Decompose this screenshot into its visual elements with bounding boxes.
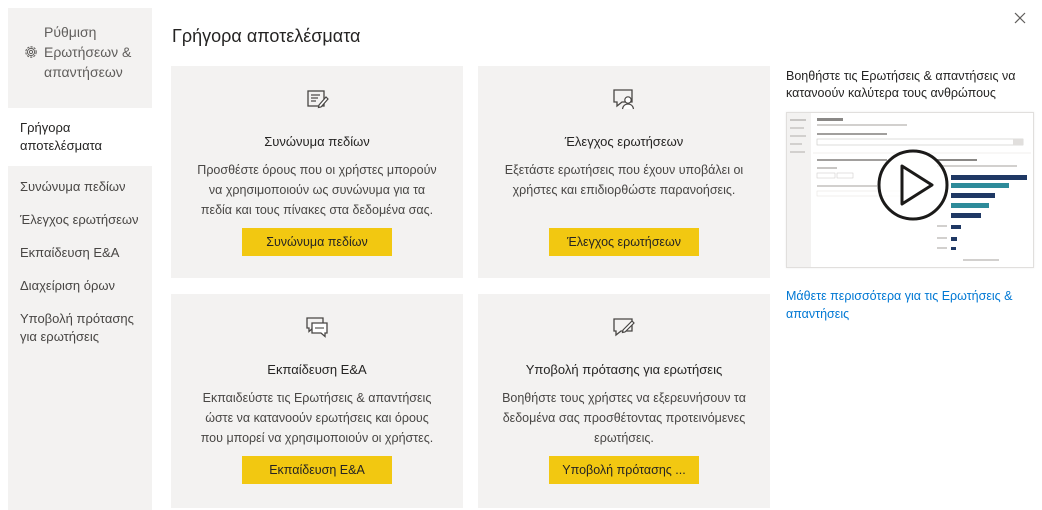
sidebar-heading-line-3: απαντήσεων: [44, 64, 123, 80]
play-icon[interactable]: [877, 149, 949, 221]
sidebar-item-manage-terms[interactable]: Διαχείριση όρων: [8, 271, 152, 301]
card-teach-qa: Εκπαίδευση Ε&Α Εκπαιδεύστε τις Ερωτήσεις…: [171, 294, 463, 508]
sidebar-heading-line-2: Ερωτήσεων &: [44, 44, 132, 60]
sidebar-item-suggest-questions[interactable]: Υποβολή πρότασης για ερωτήσεις: [8, 304, 152, 352]
field-synonyms-button[interactable]: Συνώνυμα πεδίων: [242, 228, 392, 256]
video-thumbnail[interactable]: [786, 112, 1034, 268]
card-description: Προσθέστε όρους που οι χρήστες μπορούν ν…: [197, 163, 437, 217]
review-questions-button[interactable]: Έλεγχος ερωτήσεων: [549, 228, 699, 256]
teach-qa-icon: [306, 317, 328, 338]
sidebar: Ρύθμιση Ερωτήσεων & απαντήσεων Γρήγορα α…: [8, 8, 152, 510]
card-description: Εξετάστε ερωτήσεις που έχουν υποβάλει οι…: [504, 163, 744, 197]
sidebar-nav: Γρήγορα αποτελέσματα Συνώνυμα πεδίων Έλε…: [8, 108, 152, 352]
sidebar-heading-line-1: Ρύθμιση: [44, 24, 97, 40]
help-title: Βοηθήστε τις Ερωτήσεις & απαντήσεις να κ…: [786, 69, 1016, 100]
synonyms-icon: [307, 90, 329, 109]
card-title: Συνώνυμα πεδίων: [264, 134, 370, 149]
sidebar-item-teach-qa[interactable]: Εκπαίδευση Ε&Α: [8, 238, 152, 268]
sidebar-item-field-synonyms[interactable]: Συνώνυμα πεδίων: [8, 172, 152, 202]
sidebar-item-review-questions[interactable]: Έλεγχος ερωτήσεων: [8, 205, 152, 235]
sidebar-heading: Ρύθμιση Ερωτήσεων & απαντήσεων: [22, 22, 146, 82]
card-description: Εκπαιδεύστε τις Ερωτήσεις & απαντήσεις ώ…: [200, 391, 434, 445]
review-questions-icon: [613, 89, 635, 110]
card-title: Υποβολή πρότασης για ερωτήσεις: [525, 362, 723, 377]
close-icon[interactable]: [1012, 10, 1028, 26]
sidebar-item-quick-results[interactable]: Γρήγορα αποτελέσματα: [8, 108, 152, 166]
card-title: Εκπαίδευση Ε&Α: [267, 362, 367, 377]
card-suggest-questions: Υποβολή πρότασης για ερωτήσεις Βοηθήστε …: [478, 294, 770, 508]
teach-qa-button[interactable]: Εκπαίδευση Ε&Α: [242, 456, 392, 484]
video-preview-image: [787, 113, 1031, 267]
card-field-synonyms: Συνώνυμα πεδίων Προσθέστε όρους που οι χ…: [171, 66, 463, 278]
learn-more-link[interactable]: Μάθετε περισσότερα για τις Ερωτήσεις & α…: [786, 287, 1016, 323]
card-description: Βοηθήστε τους χρήστες να εξερευνήσουν τα…: [502, 391, 746, 445]
card-title: Έλεγχος ερωτήσεων: [564, 134, 684, 149]
page-title: Γρήγορα αποτελέσματα: [172, 26, 361, 46]
suggest-questions-icon: [613, 318, 635, 337]
suggest-questions-button[interactable]: Υποβολή πρότασης ...: [549, 456, 699, 484]
gear-icon: [25, 46, 37, 58]
card-review-questions: Έλεγχος ερωτήσεων Εξετάστε ερωτήσεις που…: [478, 66, 770, 278]
